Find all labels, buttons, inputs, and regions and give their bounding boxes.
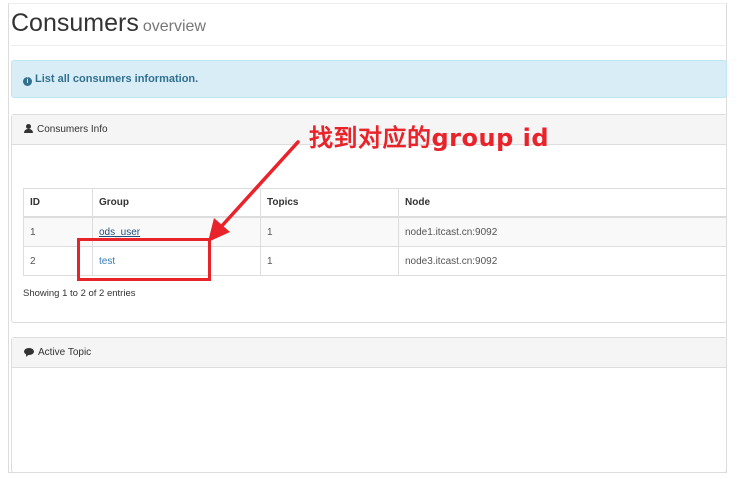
active-topic-panel: Active Topic (11, 337, 727, 473)
page-header: Consumers overview (11, 8, 727, 46)
user-icon (24, 124, 33, 133)
consumers-info-title: Consumers Info (37, 124, 108, 135)
annotation-arrow-icon (208, 140, 300, 242)
active-topic-heading: Active Topic (12, 338, 726, 368)
alert-text: List all consumers information. (35, 73, 199, 85)
page-title: Consumers overview (11, 8, 727, 42)
page-subtitle: overview (142, 18, 206, 35)
page-title-text: Consumers (11, 9, 139, 37)
group-link-ods-user[interactable]: ods_user (99, 227, 140, 238)
active-topic-title: Active Topic (38, 347, 92, 358)
entries-info: Showing 1 to 2 of 2 entries (23, 288, 136, 299)
info-alert: i List all consumers information. (11, 60, 727, 98)
cell-node: node3.itcast.cn:9092 (398, 246, 727, 276)
column-header-node[interactable]: Node (398, 188, 727, 218)
column-header-id[interactable]: ID (23, 188, 93, 218)
table-header-row: ID Group Topics Node (23, 188, 727, 218)
cell-topics: 1 (260, 246, 399, 276)
info-icon: i (23, 77, 32, 86)
comment-icon (24, 348, 34, 358)
cell-node: node1.itcast.cn:9092 (398, 216, 727, 247)
annotation-text: 找到对应的group id (309, 124, 550, 152)
annotation-highlight-box (77, 238, 211, 281)
